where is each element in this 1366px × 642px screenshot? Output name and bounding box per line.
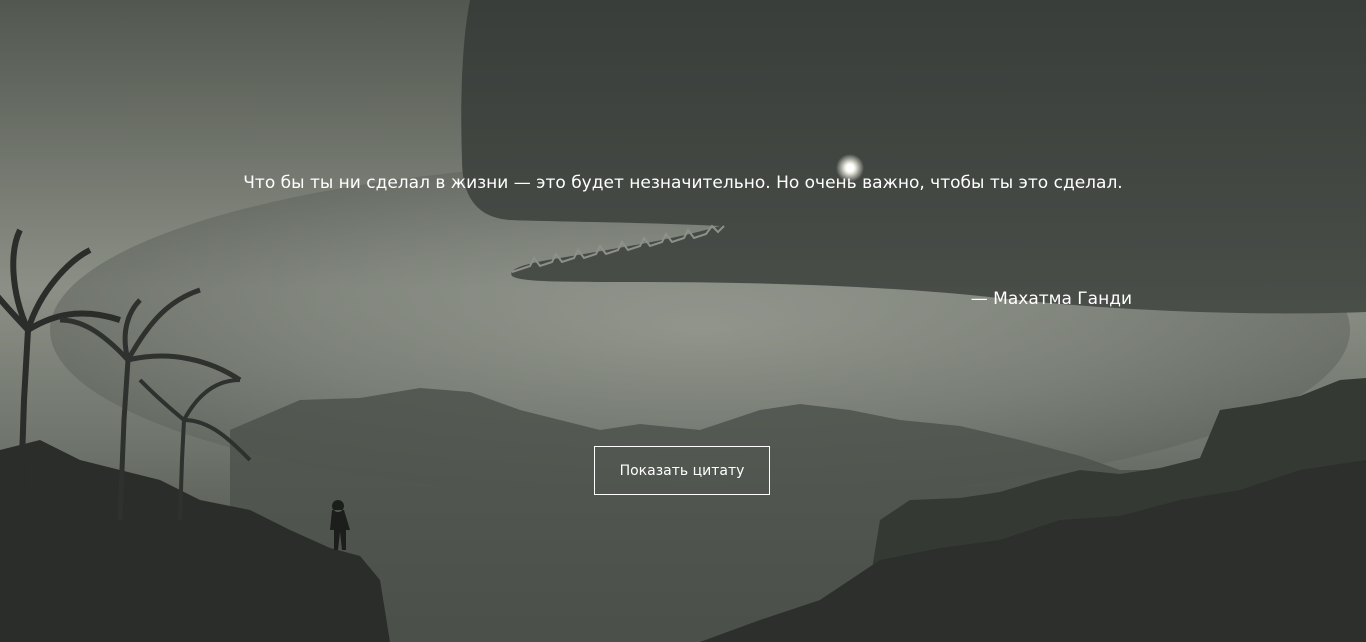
- quote-text: Что бы ты ни сделал в жизни — это будет …: [243, 173, 1123, 193]
- quote-container: Что бы ты ни сделал в жизни — это будет …: [0, 0, 1366, 642]
- quote-author: — Махатма Ганди: [970, 289, 1132, 309]
- show-quote-button[interactable]: Показать цитату: [594, 446, 770, 495]
